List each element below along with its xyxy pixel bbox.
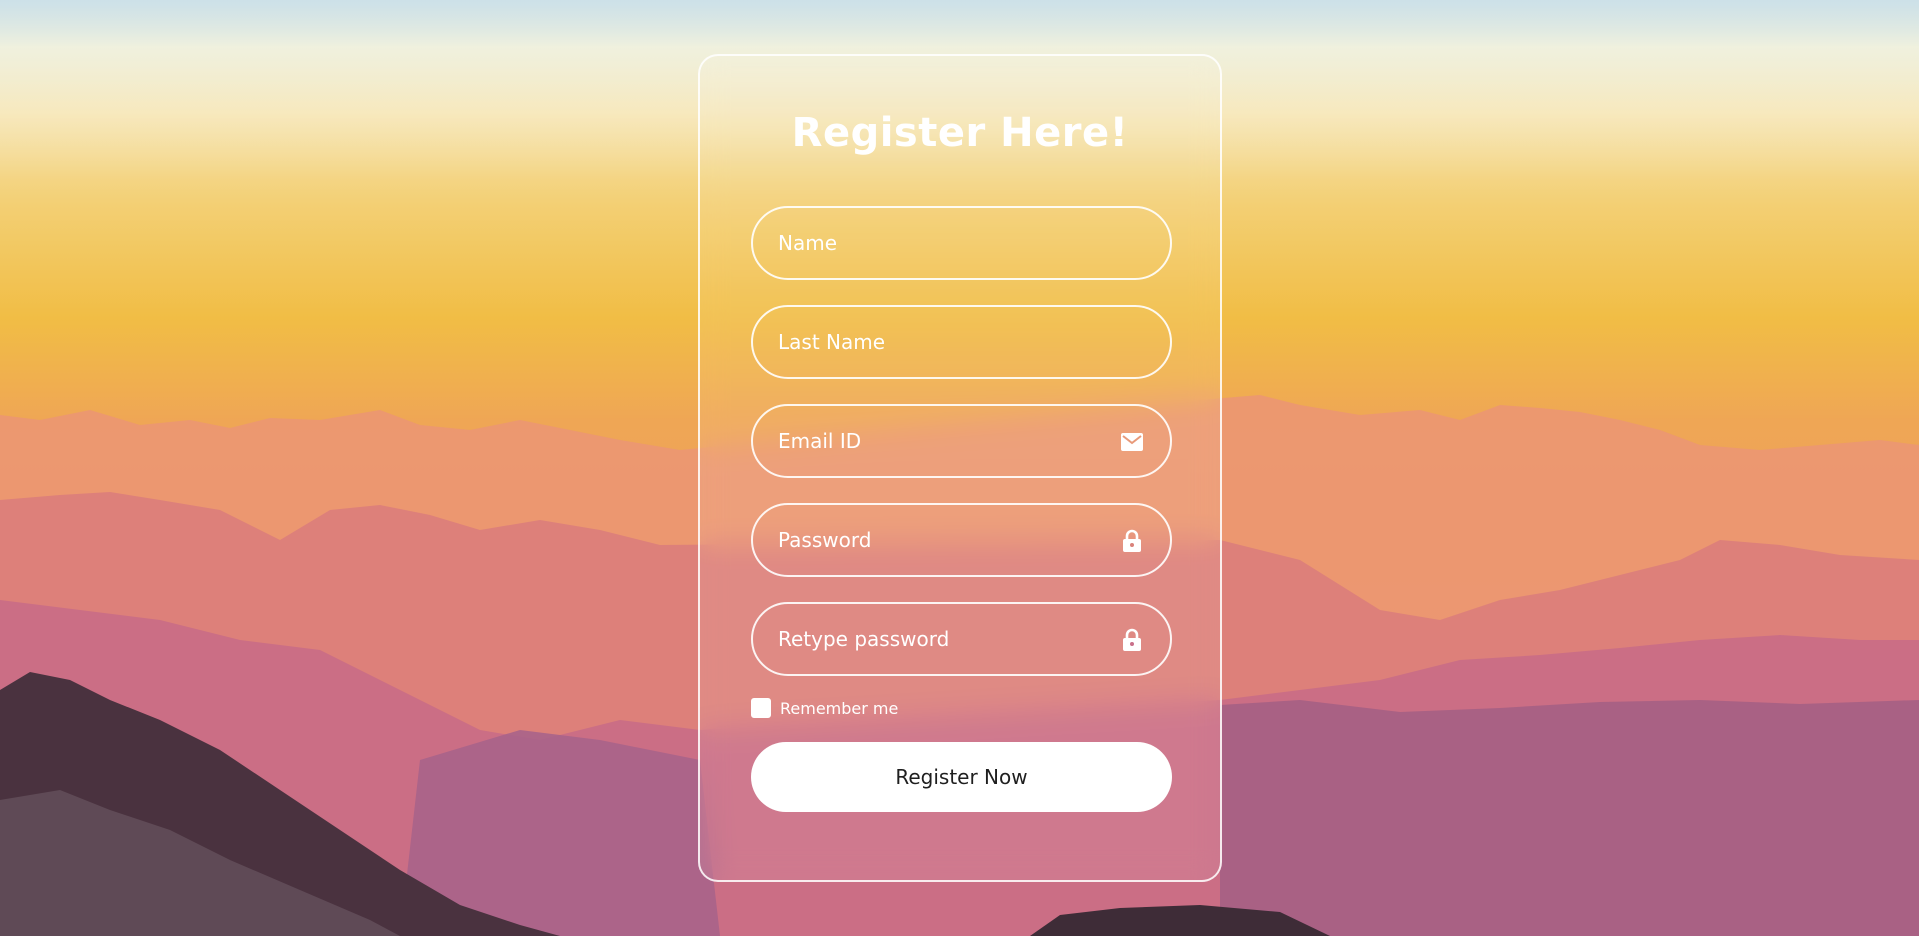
email-input[interactable] (753, 406, 1170, 476)
lock-icon (1123, 628, 1141, 651)
password-field[interactable] (751, 503, 1172, 577)
name-field[interactable] (751, 206, 1172, 280)
lock-icon (1123, 529, 1141, 552)
remember-me[interactable]: Remember me (751, 698, 898, 718)
register-card: Register Here! Remember me Register (698, 54, 1222, 882)
password-input[interactable] (753, 505, 1170, 575)
retype-password-input[interactable] (753, 604, 1170, 674)
last-name-input[interactable] (753, 307, 1170, 377)
retype-password-field[interactable] (751, 602, 1172, 676)
remember-me-checkbox[interactable] (751, 698, 771, 718)
remember-me-label: Remember me (780, 698, 899, 718)
form-title: Register Here! (791, 110, 1129, 156)
email-field[interactable] (751, 404, 1172, 478)
register-now-button[interactable]: Register Now (751, 742, 1172, 812)
last-name-field[interactable] (751, 305, 1172, 379)
name-input[interactable] (753, 208, 1170, 278)
mail-icon (1121, 433, 1143, 451)
